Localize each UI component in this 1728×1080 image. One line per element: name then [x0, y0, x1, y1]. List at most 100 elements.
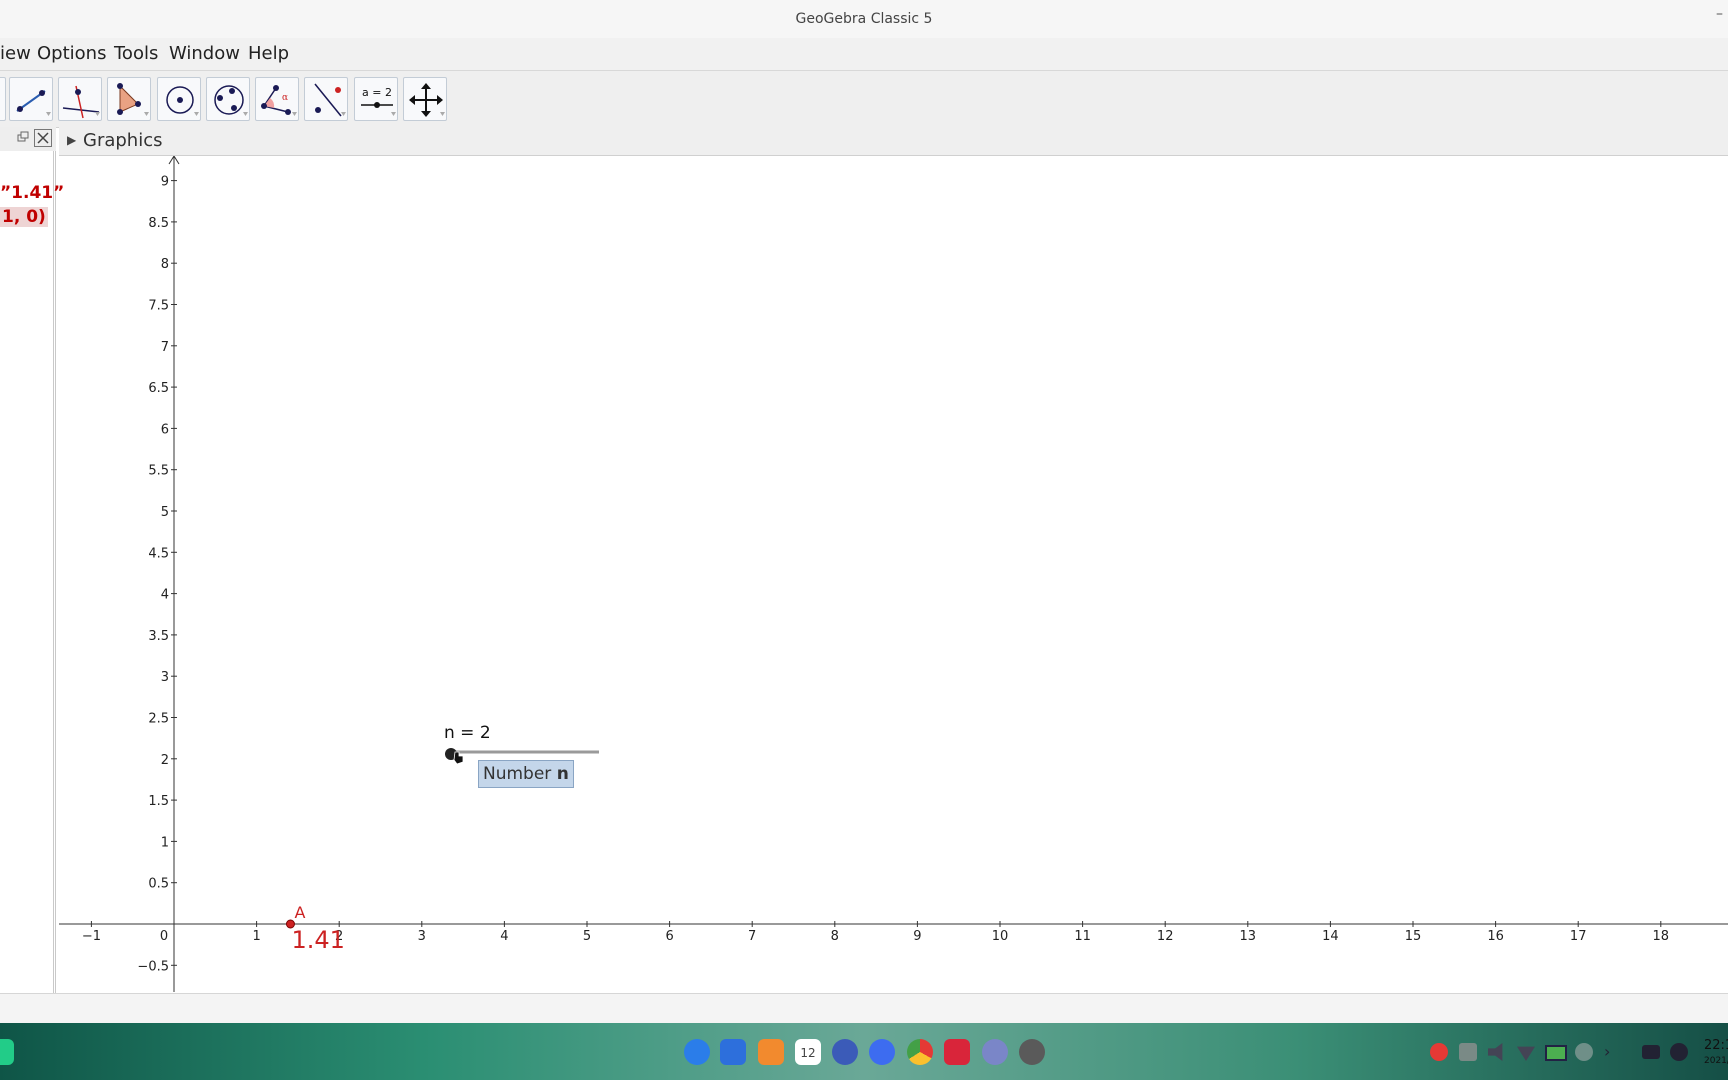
- y-tick-label: 7: [161, 340, 169, 355]
- slider-label[interactable]: n = 2: [444, 723, 491, 743]
- menu-view[interactable]: iew: [0, 43, 31, 64]
- pen-icon[interactable]: [684, 1039, 710, 1065]
- menu-window[interactable]: Window: [169, 43, 240, 64]
- clock-app-icon[interactable]: [1019, 1039, 1045, 1065]
- x-tick-label: −1: [82, 929, 101, 944]
- y-tick-label: 7.5: [148, 299, 169, 314]
- x-tick-label: 17: [1570, 929, 1587, 944]
- reflect-about-line-icon: [314, 83, 346, 117]
- x-tick-label: 4: [500, 929, 508, 944]
- move-graphics-view-icon: [409, 83, 445, 117]
- tool-perpendicular[interactable]: [58, 77, 102, 121]
- menu-options[interactable]: Options: [37, 43, 106, 64]
- tool-circle-center[interactable]: [157, 77, 201, 121]
- keyboard-icon[interactable]: [1459, 1043, 1477, 1061]
- taskbar: 12 › 22:1 2021/: [0, 1023, 1728, 1080]
- x-tick-label: 7: [748, 929, 756, 944]
- y-tick-label: 9: [161, 175, 169, 190]
- tool-reflect[interactable]: [304, 77, 348, 121]
- terminal-icon[interactable]: [944, 1039, 970, 1065]
- tool-slider[interactable]: a = 2: [354, 77, 398, 121]
- line-through-two-points-icon: [16, 90, 51, 116]
- y-tick-label: 2.5: [148, 712, 169, 727]
- x-tick-label: 18: [1653, 929, 1670, 944]
- menu-help[interactable]: Help: [248, 43, 289, 64]
- y-tick-label: 8: [161, 257, 169, 272]
- chrome-icon[interactable]: [907, 1039, 933, 1065]
- y-tick-label: 2: [161, 753, 169, 768]
- y-tick-label: 4.5: [148, 546, 169, 561]
- x-tick-label: 3: [418, 929, 426, 944]
- volume-icon[interactable]: [1488, 1043, 1503, 1061]
- y-tick-label: 8.5: [148, 216, 169, 231]
- file-manager-icon[interactable]: [720, 1039, 746, 1065]
- graphics-canvas[interactable]: −1 0 1 2 3 4 5 6 7 8 9 10 11 12 13 14 15 16 17 18 98.587.57…: [59, 156, 1728, 992]
- algebra-item-point[interactable]: 1, 0): [0, 207, 48, 227]
- slider-icon: a = 2: [361, 86, 396, 116]
- chevron-right-icon[interactable]: ›: [1604, 1043, 1622, 1061]
- point-a-label: A: [294, 903, 305, 922]
- close-icon[interactable]: [34, 129, 52, 147]
- svg-text:α: α: [282, 93, 288, 103]
- battery-icon[interactable]: [1545, 1045, 1567, 1061]
- y-tick-label: 5.5: [148, 464, 169, 479]
- notification-icon[interactable]: [1642, 1045, 1660, 1059]
- y-tick-label: 1.5: [148, 794, 169, 809]
- slider-icon-text: a = 2: [362, 86, 392, 99]
- y-ticks: 9 8.5 8 7.5 7 6.5 6 5.5 5 4.5 4 3.5 3 2.5 2 1.5 1 0.5 −0.5: [137, 175, 177, 974]
- record-icon[interactable]: [1430, 1043, 1448, 1061]
- clock-time[interactable]: 22:1: [1704, 1038, 1728, 1053]
- x-tick-label: 1: [252, 929, 260, 944]
- geogebra-icon[interactable]: [982, 1039, 1008, 1065]
- menu-tools[interactable]: Tools: [114, 43, 158, 64]
- algebra-item-text[interactable]: ”1.41”: [0, 183, 64, 203]
- tool-circle-three-points[interactable]: [206, 77, 250, 121]
- minimize-button[interactable]: –: [1716, 6, 1723, 22]
- tool-line[interactable]: [9, 77, 53, 121]
- tool-move-graphics[interactable]: [403, 77, 447, 121]
- x-tick-label: 9: [913, 929, 921, 944]
- y-tick-label: 1: [161, 835, 169, 850]
- graphics-view-title: Graphics: [83, 130, 163, 151]
- start-menu-icon[interactable]: [0, 1039, 14, 1065]
- title-bar: GeoGebra Classic 5 –: [0, 0, 1728, 38]
- tool-polygon[interactable]: [107, 77, 151, 121]
- x-tick-label: 11: [1074, 929, 1091, 944]
- input-bar[interactable]: [0, 993, 1728, 1024]
- tooltip-prefix: Number: [483, 764, 552, 784]
- tooltip-name: n: [556, 764, 569, 784]
- x-tick-label: 0: [160, 929, 168, 944]
- polygon-icon: [117, 83, 149, 116]
- x-tick-label: 5: [583, 929, 591, 944]
- point-a-caption: 1.41: [291, 926, 344, 954]
- y-tick-label: 3.5: [148, 629, 169, 644]
- angle-icon: α: [261, 85, 297, 116]
- y-tick-label: 4: [161, 588, 169, 603]
- hand-cursor-icon: [453, 751, 464, 765]
- clock-date: 2021/: [1704, 1056, 1728, 1066]
- word-processor-icon[interactable]: [869, 1039, 895, 1065]
- algebra-view-header: [0, 127, 56, 151]
- tool-move[interactable]: [0, 77, 6, 121]
- x-tick-label: 16: [1487, 929, 1504, 944]
- perpendicular-line-icon: [62, 85, 100, 119]
- algebra-view: ”1.41” 1, 0): [0, 127, 64, 993]
- toolbar: α a = 2: [0, 71, 1728, 128]
- y-tick-label: 6.5: [148, 381, 169, 396]
- bluetooth-icon[interactable]: [1575, 1043, 1593, 1061]
- slider-tooltip: Number n: [478, 760, 574, 788]
- undock-icon[interactable]: [17, 131, 29, 143]
- calendar-icon[interactable]: 12: [795, 1039, 821, 1065]
- circle-with-center-icon: [166, 86, 199, 116]
- axes: [59, 156, 1728, 992]
- x-tick-label: 10: [992, 929, 1009, 944]
- style-bar-toggle-icon[interactable]: ▶: [67, 133, 76, 147]
- settings-icon[interactable]: [832, 1039, 858, 1065]
- menu-bar: iew Options Tools Window Help: [0, 38, 1728, 71]
- x-tick-label: 15: [1405, 929, 1422, 944]
- app-store-icon[interactable]: [758, 1039, 784, 1065]
- power-icon[interactable]: [1670, 1043, 1688, 1061]
- tool-angle[interactable]: α: [255, 77, 299, 121]
- x-tick-label: 12: [1157, 929, 1174, 944]
- wifi-icon[interactable]: [1517, 1046, 1535, 1061]
